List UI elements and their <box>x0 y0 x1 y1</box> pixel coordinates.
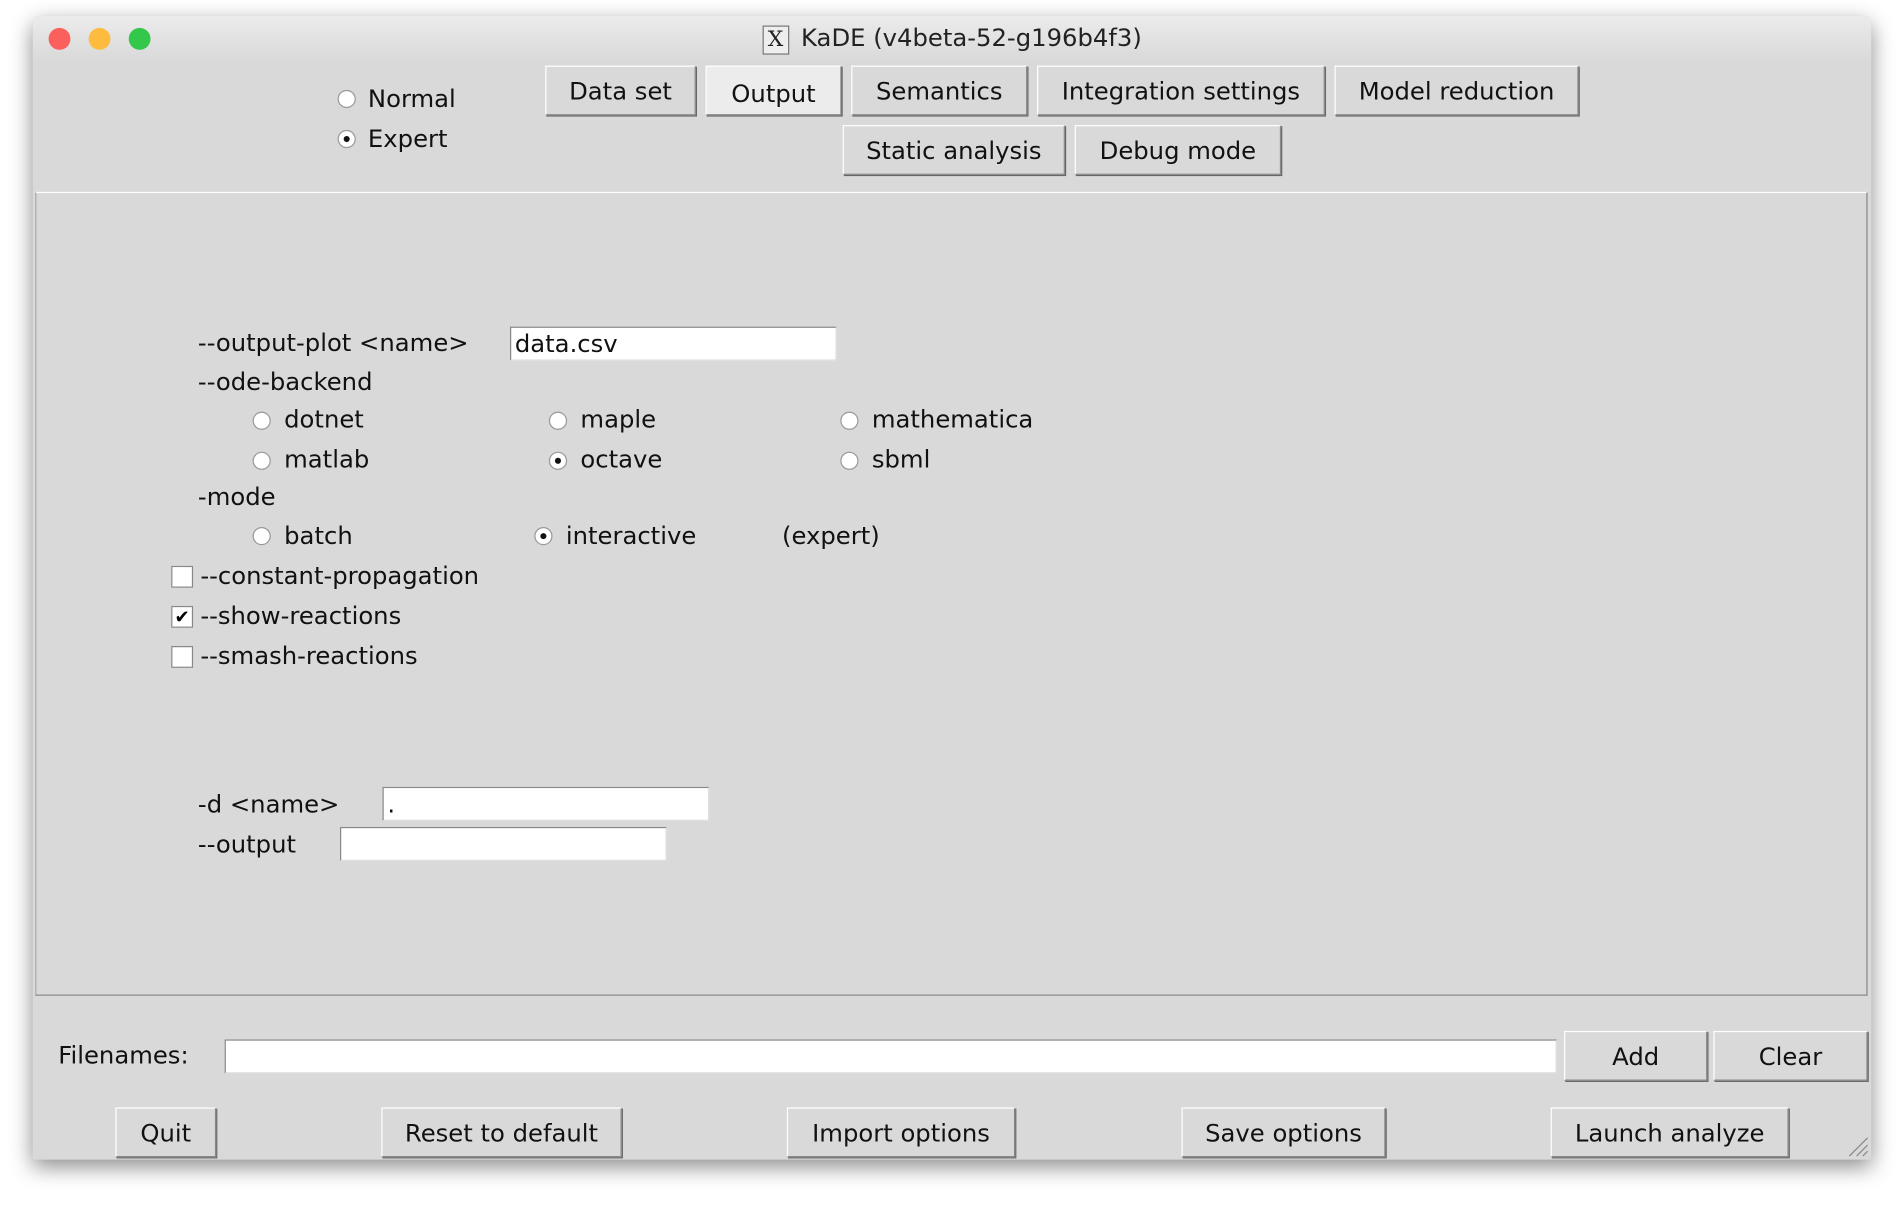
output-plot-input[interactable]: data.csv <box>510 326 837 361</box>
tab-integration-settings[interactable]: Integration settings <box>1037 65 1325 116</box>
radio-normal[interactable] <box>337 89 356 109</box>
radio-matlab[interactable] <box>252 451 271 470</box>
radio-expert[interactable] <box>337 129 356 149</box>
ode-backend-label: --ode-backend <box>197 366 373 396</box>
filenames-label: Filenames: <box>58 1040 189 1070</box>
radio-dotnet-label: dotnet <box>284 404 364 434</box>
resize-grip-icon[interactable] <box>1845 1133 1869 1157</box>
title-bar: X KaDE (v4beta-52-g196b4f3) <box>32 15 1872 61</box>
mode-label: -mode <box>197 482 276 512</box>
radio-mathematica-label: mathematica <box>871 404 1034 434</box>
radio-sbml-label: sbml <box>871 444 931 474</box>
tab-output[interactable]: Output <box>705 65 842 116</box>
import-options-button[interactable]: Import options <box>786 1107 1016 1158</box>
clear-button[interactable]: Clear <box>1713 1030 1868 1081</box>
radio-batch-label: batch <box>284 520 353 551</box>
constant-propagation-label: --constant-propagation <box>200 561 480 591</box>
save-options-button[interactable]: Save options <box>1181 1107 1386 1158</box>
launch-analyze-button[interactable]: Launch analyze <box>1550 1107 1789 1158</box>
radio-interactive[interactable] <box>534 527 553 546</box>
radio-mathematica[interactable] <box>840 411 859 430</box>
radio-sbml[interactable] <box>840 451 859 470</box>
filenames-input[interactable] <box>224 1039 1557 1074</box>
radio-interactive-label: interactive <box>565 520 697 551</box>
minimize-window-button[interactable] <box>88 27 111 50</box>
quit-button[interactable]: Quit <box>115 1107 217 1158</box>
app-window: X KaDE (v4beta-52-g196b4f3) Normal Expert… <box>32 15 1872 1160</box>
close-window-button[interactable] <box>48 27 71 50</box>
output-plot-label: --output-plot <name> <box>197 327 469 358</box>
zoom-window-button[interactable] <box>128 27 151 50</box>
d-name-label: -d <name> <box>197 789 340 819</box>
tab-debug-mode[interactable]: Debug mode <box>1074 125 1282 175</box>
radio-octave-label: octave <box>580 444 663 474</box>
radio-maple[interactable] <box>548 411 568 430</box>
x11-app-icon: X <box>762 24 789 55</box>
output-options-panel <box>35 191 1868 996</box>
window-title: KaDE (v4beta-52-g196b4f3) <box>801 23 1142 53</box>
add-button[interactable]: Add <box>1564 1030 1708 1081</box>
tab-data-set[interactable]: Data set <box>545 65 696 116</box>
tab-semantics[interactable]: Semantics <box>851 65 1028 116</box>
tab-static-analysis[interactable]: Static analysis <box>842 125 1065 175</box>
tab-model-reduction[interactable]: Model reduction <box>1334 65 1579 116</box>
constant-propagation-checkbox[interactable] <box>171 565 194 588</box>
radio-normal-label: Normal <box>367 83 456 113</box>
radio-expert-label: Expert <box>367 123 448 154</box>
radio-matlab-label: matlab <box>284 444 370 474</box>
radio-octave[interactable] <box>548 451 568 470</box>
reset-to-default-button[interactable]: Reset to default <box>381 1107 622 1158</box>
show-reactions-checkbox[interactable]: ✔ <box>171 605 194 628</box>
expert-note: (expert) <box>782 520 880 551</box>
radio-dotnet[interactable] <box>252 411 271 430</box>
radio-maple-label: maple <box>580 404 657 434</box>
show-reactions-label: --show-reactions <box>200 601 402 631</box>
radio-batch[interactable] <box>252 527 271 546</box>
output-label: --output <box>197 829 297 859</box>
d-name-input[interactable]: . <box>382 786 710 821</box>
output-input[interactable] <box>340 826 667 861</box>
smash-reactions-label: --smash-reactions <box>200 641 418 671</box>
smash-reactions-checkbox[interactable] <box>171 646 194 668</box>
